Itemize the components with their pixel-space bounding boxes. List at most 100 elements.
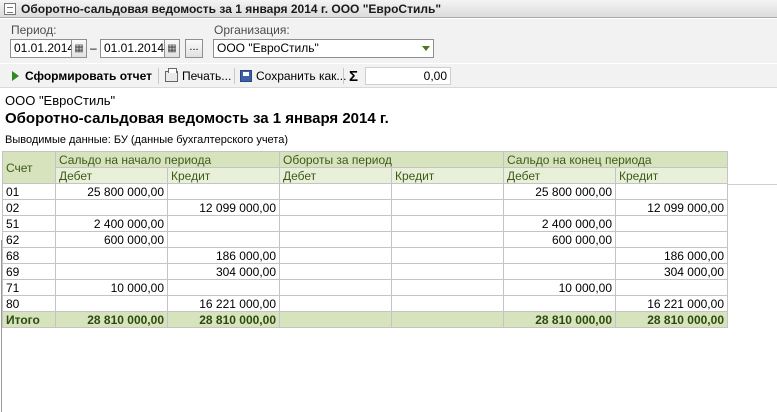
- cell-closing-debit: 2 400 000,00: [503, 215, 616, 232]
- generate-report-button[interactable]: Сформировать отчет: [12, 68, 152, 84]
- print-button[interactable]: Печать...: [165, 67, 232, 84]
- table-row[interactable]: 80 16 221 000,00 16 221 000,00: [2, 295, 728, 312]
- total-label: Итого: [2, 311, 56, 328]
- table-row[interactable]: 02 12 099 000,00 12 099 000,00: [2, 199, 728, 216]
- cell-opening-debit: 2 400 000,00: [55, 215, 168, 232]
- cell-closing-credit: [615, 215, 728, 232]
- header-opening-balance: Сальдо на начало периода: [55, 151, 280, 168]
- period-choose-button[interactable]: ...: [185, 39, 203, 58]
- table-row[interactable]: 68 186 000,00 186 000,00: [2, 247, 728, 264]
- toolbar-separator: [343, 68, 344, 84]
- cell-closing-credit: 12 099 000,00: [615, 199, 728, 216]
- total-row[interactable]: Итого 28 810 000,00 28 810 000,00 28 810…: [2, 311, 728, 328]
- organization-label: Организация:: [214, 23, 290, 37]
- calendar-icon: ▦: [74, 43, 84, 54]
- organization-field[interactable]: ООО "ЕвроСтиль": [213, 39, 434, 58]
- date-from-calendar-button[interactable]: ▦: [71, 39, 87, 58]
- cell-closing-debit: 25 800 000,00: [503, 183, 616, 200]
- header-debit: Дебет: [55, 167, 168, 184]
- cell-turnover-debit: [279, 295, 392, 312]
- generate-report-label: Сформировать отчет: [25, 69, 153, 83]
- cell-closing-credit: [615, 279, 728, 296]
- header-credit: Кредит: [615, 167, 728, 184]
- table-subheader-row: Дебет Кредит Дебет Кредит Дебет Кредит: [3, 167, 728, 184]
- period-dash: –: [90, 41, 97, 55]
- cell-closing-credit: [615, 231, 728, 248]
- cell-opening-debit: 25 800 000,00: [55, 183, 168, 200]
- cell-turnover-credit: [391, 215, 504, 232]
- table-row[interactable]: 69 304 000,00 304 000,00: [2, 263, 728, 280]
- cell-account: 71: [2, 279, 56, 296]
- report-shown-data: Выводимые данные: БУ (данные бухгалтерск…: [5, 134, 288, 146]
- window-titlebar: Оборотно-сальдовая ведомость за 1 января…: [0, 0, 777, 18]
- header-debit: Дебет: [279, 167, 392, 184]
- cell-turnover-debit: [279, 231, 392, 248]
- cell-opening-debit: [55, 295, 168, 312]
- date-to-calendar-button[interactable]: ▦: [164, 39, 180, 58]
- header-credit: Кредит: [167, 167, 280, 184]
- cell-closing-credit: 186 000,00: [615, 247, 728, 264]
- cell-turnover-debit: [279, 215, 392, 232]
- header-closing-balance: Сальдо на конец периода: [503, 151, 728, 168]
- total-turnover-debit: [279, 311, 392, 328]
- report-window-icon: [4, 2, 16, 15]
- cell-turnover-credit: [391, 279, 504, 296]
- table-row[interactable]: 62 600 000,00 600 000,00: [2, 231, 728, 248]
- header-turnover: Обороты за период: [279, 151, 504, 168]
- print-label: Печать...: [182, 69, 232, 83]
- cell-opening-debit: 10 000,00: [55, 279, 168, 296]
- floppy-disk-icon: [240, 70, 252, 82]
- cell-opening-debit: [55, 199, 168, 216]
- header-account: Счет: [2, 151, 56, 184]
- cell-account: 51: [2, 215, 56, 232]
- cell-closing-debit: 600 000,00: [503, 231, 616, 248]
- organization-dropdown-icon[interactable]: [422, 46, 430, 51]
- cell-closing-credit: 304 000,00: [615, 263, 728, 280]
- cell-opening-credit: 186 000,00: [167, 247, 280, 264]
- cell-opening-credit: [167, 279, 280, 296]
- cell-closing-debit: [503, 263, 616, 280]
- table-row[interactable]: 01 25 800 000,00 25 800 000,00: [2, 183, 728, 200]
- report-parameters-panel: Период: 01.01.2014 ▦ – 01.01.2014 ▦ ... …: [0, 19, 777, 63]
- report-spreadsheet[interactable]: ООО "ЕвроСтиль" Оборотно-сальдовая ведом…: [0, 89, 777, 412]
- toolbar-separator: [234, 68, 235, 84]
- cell-turnover-debit: [279, 263, 392, 280]
- cell-opening-credit: [167, 231, 280, 248]
- cell-turnover-debit: [279, 247, 392, 264]
- cell-turnover-credit: [391, 263, 504, 280]
- total-closing-debit: 28 810 000,00: [503, 311, 616, 328]
- cell-account: 01: [2, 183, 56, 200]
- total-opening-credit: 28 810 000,00: [167, 311, 280, 328]
- report-title: Оборотно-сальдовая ведомость за 1 января…: [5, 110, 389, 127]
- header-credit: Кредит: [391, 167, 504, 184]
- cell-account: 68: [2, 247, 56, 264]
- cell-opening-debit: [55, 247, 168, 264]
- cell-account: 80: [2, 295, 56, 312]
- cell-closing-debit: [503, 295, 616, 312]
- cell-closing-debit: [503, 199, 616, 216]
- sigma-icon: Σ: [349, 67, 359, 85]
- cell-turnover-debit: [279, 183, 392, 200]
- table-row[interactable]: 71 10 000,00 10 000,00: [2, 279, 728, 296]
- cell-turnover-credit: [391, 295, 504, 312]
- save-as-button[interactable]: Сохранить как...: [240, 68, 346, 84]
- cell-opening-credit: [167, 183, 280, 200]
- save-as-label: Сохранить как...: [256, 69, 347, 83]
- cell-closing-debit: [503, 247, 616, 264]
- cell-opening-credit: 304 000,00: [167, 263, 280, 280]
- cell-turnover-credit: [391, 199, 504, 216]
- toolbar-separator: [158, 68, 159, 84]
- header-debit: Дебет: [503, 167, 616, 184]
- table-row[interactable]: 51 2 400 000,00 2 400 000,00: [2, 215, 728, 232]
- total-turnover-credit: [391, 311, 504, 328]
- cell-turnover-credit: [391, 247, 504, 264]
- period-label: Период:: [11, 23, 57, 37]
- cell-turnover-credit: [391, 231, 504, 248]
- sum-value-field: 0,00: [365, 67, 451, 85]
- report-organization: ООО "ЕвроСтиль": [5, 93, 116, 108]
- cell-turnover-debit: [279, 199, 392, 216]
- cell-closing-debit: 10 000,00: [503, 279, 616, 296]
- cell-opening-debit: [55, 263, 168, 280]
- sum-button[interactable]: Σ: [349, 67, 359, 85]
- total-closing-credit: 28 810 000,00: [615, 311, 728, 328]
